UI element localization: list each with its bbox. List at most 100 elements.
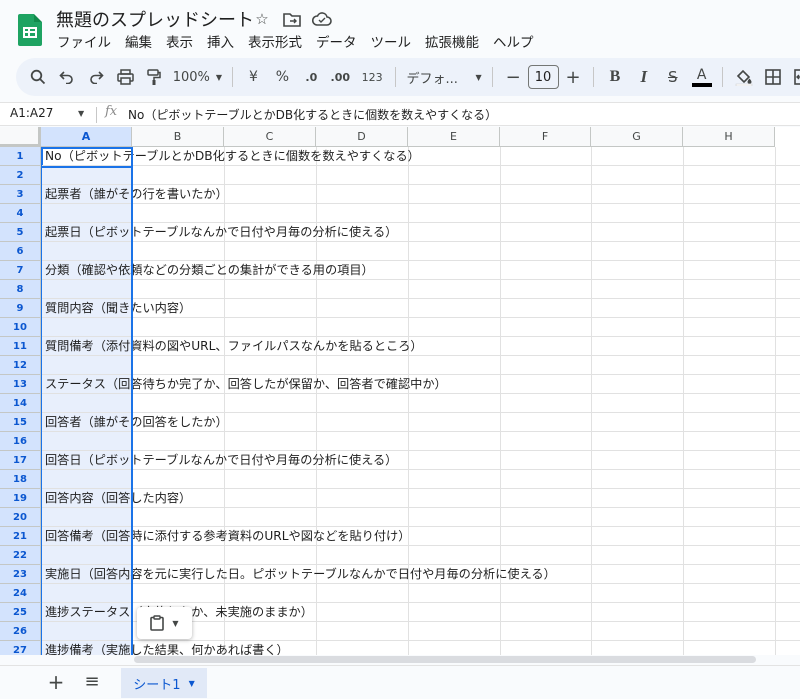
font-size-input[interactable]: 10 <box>527 65 559 89</box>
cloud-saved-icon[interactable] <box>310 8 334 30</box>
row-header-9[interactable]: 9 <box>0 299 41 318</box>
row-header-15[interactable]: 15 <box>0 413 41 432</box>
star-icon[interactable]: ☆ <box>250 8 274 30</box>
formula-bar: A1:A27 ▼ fx No（ピボットテーブルとかDB化するときに個数を数えやす… <box>0 102 800 126</box>
more-formats-button[interactable]: 123 <box>355 63 390 91</box>
chevron-down-icon: ▼ <box>215 72 223 82</box>
increase-decimal-label: .00 <box>330 70 351 84</box>
row-header-17[interactable]: 17 <box>0 451 41 470</box>
table-row <box>41 546 800 565</box>
menu-edit[interactable]: 編集 <box>118 33 159 53</box>
add-sheet-button[interactable]: + <box>46 672 66 692</box>
menu-format[interactable]: 表示形式 <box>241 33 309 53</box>
row-header-21[interactable]: 21 <box>0 527 41 546</box>
row-header-20[interactable]: 20 <box>0 508 41 527</box>
formula-input[interactable]: No（ピボットテーブルとかDB化するときに個数を数えやすくなる） <box>128 106 497 123</box>
column-header-a[interactable]: A <box>41 127 132 147</box>
menu-file[interactable]: ファイル <box>56 33 118 53</box>
text-color-letter: A <box>696 67 707 83</box>
row-header-19[interactable]: 19 <box>0 489 41 508</box>
row-header-27[interactable]: 27 <box>0 641 41 655</box>
text-color-button[interactable]: A <box>687 63 716 91</box>
print-icon[interactable] <box>111 63 140 91</box>
increase-decimal-button[interactable]: .00 <box>326 63 355 91</box>
table-row <box>41 394 800 413</box>
zoom-value: 100% <box>172 69 210 85</box>
merge-cells-icon[interactable] <box>787 63 800 91</box>
column-header-e[interactable]: E <box>408 127 500 147</box>
decrease-font-size-button[interactable]: − <box>499 63 528 91</box>
row-header-7[interactable]: 7 <box>0 261 41 280</box>
menu-help[interactable]: ヘルプ <box>486 33 541 53</box>
column-header-h[interactable]: H <box>683 127 775 147</box>
menu-data[interactable]: データ <box>309 33 364 53</box>
row-header-2[interactable]: 2 <box>0 166 41 185</box>
redo-icon[interactable] <box>82 63 111 91</box>
horizontal-scrollbar[interactable] <box>134 656 756 663</box>
name-box[interactable]: A1:A27 <box>10 106 53 120</box>
decrease-decimal-button[interactable]: .0 <box>297 63 326 91</box>
row-header-13[interactable]: 13 <box>0 375 41 394</box>
borders-icon[interactable] <box>758 63 787 91</box>
menu-insert[interactable]: 挿入 <box>200 33 241 53</box>
strikethrough-button[interactable]: S <box>658 63 687 91</box>
document-title[interactable]: 無題のスプレッドシート <box>56 6 254 32</box>
row-header-16[interactable]: 16 <box>0 432 41 451</box>
spreadsheet-app: 無題のスプレッドシート ☆ ファイル 編集 表示 挿入 表示形式 データ ツール… <box>0 0 800 699</box>
table-row <box>41 318 800 337</box>
sheet-grid[interactable]: A B C D E F G H 1 No（ピボットテーブルとかDB化するときに個数を数えやすくなる… <box>0 127 800 655</box>
menu-view[interactable]: 表示 <box>159 33 200 53</box>
row-header-4[interactable]: 4 <box>0 204 41 223</box>
sheet-tab-active[interactable]: シート1 ▼ <box>121 668 207 698</box>
sheets-logo-icon[interactable] <box>18 14 42 46</box>
clipboard-icon <box>150 615 165 631</box>
row-header-6[interactable]: 6 <box>0 242 41 261</box>
undo-icon[interactable] <box>53 63 82 91</box>
percent-format-button[interactable]: % <box>268 63 297 91</box>
table-row <box>41 166 800 185</box>
increase-font-size-button[interactable]: + <box>559 63 588 91</box>
row-header-12[interactable]: 12 <box>0 356 41 375</box>
toolbar-divider <box>491 67 493 87</box>
move-folder-icon[interactable] <box>280 8 304 30</box>
row-header-25[interactable]: 25 <box>0 603 41 622</box>
column-header-c[interactable]: C <box>224 127 316 147</box>
row-header-23[interactable]: 23 <box>0 565 41 584</box>
column-header-b[interactable]: B <box>132 127 224 147</box>
function-icon: fx <box>105 104 118 119</box>
sheet-bar: + ≡ シート1 ▼ <box>0 665 800 699</box>
currency-format-button[interactable]: ¥ <box>239 63 268 91</box>
row-header-8[interactable]: 8 <box>0 280 41 299</box>
menu-extensions[interactable]: 拡張機能 <box>418 33 486 53</box>
zoom-select[interactable]: 100% ▼ <box>169 63 226 91</box>
column-header-d[interactable]: D <box>316 127 408 147</box>
italic-button[interactable]: I <box>629 63 658 91</box>
title-icons: ☆ <box>250 8 334 30</box>
select-all-corner[interactable] <box>0 127 41 147</box>
table-row <box>41 470 800 489</box>
paste-options-chip[interactable]: ▼ <box>137 607 192 639</box>
chevron-down-icon: ▼ <box>475 72 482 82</box>
menu-tools[interactable]: ツール <box>364 33 419 53</box>
row-header-26[interactable]: 26 <box>0 622 41 641</box>
row-header-11[interactable]: 11 <box>0 337 41 356</box>
font-family-select[interactable]: デフォ... ▼ <box>402 63 485 91</box>
row-header-1[interactable]: 1 <box>0 147 41 166</box>
row-header-5[interactable]: 5 <box>0 223 41 242</box>
paint-format-icon[interactable] <box>140 63 169 91</box>
more-formats-label: 123 <box>361 70 383 84</box>
chevron-down-icon[interactable]: ▼ <box>78 109 84 118</box>
bold-button[interactable]: B <box>600 63 629 91</box>
row-header-18[interactable]: 18 <box>0 470 41 489</box>
row-header-14[interactable]: 14 <box>0 394 41 413</box>
row-header-22[interactable]: 22 <box>0 546 41 565</box>
search-menus-icon[interactable] <box>24 63 53 91</box>
row-header-10[interactable]: 10 <box>0 318 41 337</box>
fill-color-icon[interactable] <box>729 63 758 91</box>
all-sheets-menu-icon[interactable]: ≡ <box>82 673 102 691</box>
chevron-down-icon[interactable]: ▼ <box>189 679 195 688</box>
column-header-f[interactable]: F <box>500 127 591 147</box>
column-header-g[interactable]: G <box>591 127 683 147</box>
row-header-24[interactable]: 24 <box>0 584 41 603</box>
row-header-3[interactable]: 3 <box>0 185 41 204</box>
